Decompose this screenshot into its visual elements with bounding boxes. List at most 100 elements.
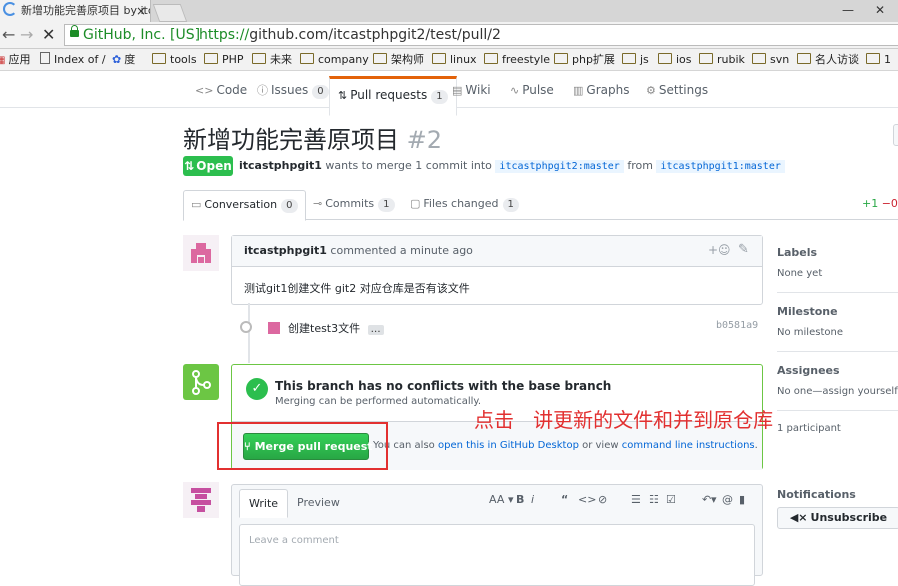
- edit-title-button[interactable]: [893, 124, 898, 146]
- sidebar-labels-heading[interactable]: Labels: [777, 246, 817, 259]
- tab-pulse[interactable]: ∿ Pulse: [510, 71, 554, 107]
- bookmark-folder[interactable]: 名人访谈: [797, 49, 859, 70]
- bookmark-folder[interactable]: freestyle: [484, 49, 550, 70]
- tab-close-icon[interactable]: ×: [136, 0, 146, 22]
- unsubscribe-button[interactable]: ◀× Unsubscribe: [777, 507, 898, 529]
- bookmark-folder[interactable]: php扩展: [554, 49, 615, 70]
- tab-wiki[interactable]: ▤ Wiki: [452, 71, 491, 107]
- bookmark-folder[interactable]: 未来: [252, 49, 292, 70]
- window-close-icon[interactable]: ✕: [868, 0, 892, 20]
- tab-code[interactable]: <> Code: [195, 71, 247, 107]
- merge-status-icon: [183, 364, 219, 400]
- tab-write[interactable]: Write: [239, 489, 289, 518]
- command-line-link[interactable]: command line instructions: [622, 440, 755, 451]
- tab-files-changed[interactable]: ▢ Files changed 1: [410, 190, 519, 220]
- tab-issues[interactable]: ⓘ Issues 0: [257, 71, 329, 107]
- bold-icon[interactable]: B: [516, 493, 524, 506]
- folder-icon: [554, 53, 568, 64]
- commit-message-link[interactable]: 创建test3文件: [288, 322, 360, 335]
- window-minimize-icon[interactable]: —: [836, 0, 860, 20]
- git-commit-icon: [240, 321, 252, 333]
- unordered-list-icon[interactable]: ☰: [631, 493, 641, 506]
- bookmark-item[interactable]: Index of /: [40, 49, 106, 70]
- github-desktop-link[interactable]: open this in GitHub Desktop: [438, 440, 579, 451]
- tab-graphs[interactable]: ▥ Graphs: [573, 71, 629, 107]
- tab-preview[interactable]: Preview: [288, 489, 349, 516]
- bookmark-folder[interactable]: ios: [658, 49, 692, 70]
- ordered-list-icon[interactable]: ☷: [649, 493, 659, 506]
- bookmark-folder[interactable]: 1: [866, 49, 891, 70]
- chevron-down-icon[interactable]: ▾: [508, 493, 514, 506]
- tab-conversation[interactable]: ▭ Conversation 0: [183, 190, 306, 221]
- url-path: github.com/itcastphpgit2/test/pull/2: [249, 27, 501, 43]
- folder-icon: [699, 53, 713, 64]
- task-list-icon[interactable]: ☑: [666, 493, 676, 506]
- bookmark-apps[interactable]: ▦ 应用: [0, 49, 30, 70]
- bookmark-folder[interactable]: PHP: [204, 49, 244, 70]
- bookmark-icon[interactable]: ▮: [739, 493, 745, 506]
- avatar[interactable]: [183, 235, 219, 271]
- bookmark-folder[interactable]: js: [622, 49, 649, 70]
- bookmark-label: linux: [450, 53, 477, 66]
- sidebar-divider: [777, 351, 898, 352]
- code-icon[interactable]: <>: [578, 493, 596, 506]
- bookmark-folder[interactable]: svn: [752, 49, 789, 70]
- identicon-icon: [187, 486, 215, 514]
- base-branch[interactable]: itcastphpgit2:master: [495, 160, 624, 173]
- tab-settings[interactable]: ⚙ Settings: [646, 71, 708, 107]
- forward-arrow-icon[interactable]: →: [20, 22, 33, 48]
- bookmark-folder[interactable]: 架构师: [373, 49, 424, 70]
- tab-conversation-label: Conversation: [204, 198, 278, 211]
- link-icon[interactable]: ⊘: [598, 493, 607, 506]
- italic-icon[interactable]: i: [531, 493, 534, 506]
- folder-icon: [252, 53, 266, 64]
- comment-author-link[interactable]: itcastphpgit1: [244, 244, 327, 257]
- quote-icon[interactable]: “: [561, 493, 568, 506]
- reply-icon[interactable]: ↶: [702, 493, 711, 506]
- browser-tab[interactable]: 新增功能完善原项目 by itc ×: [0, 0, 151, 22]
- lock-icon: [70, 25, 79, 37]
- comment-textarea[interactable]: Leave a comment: [239, 524, 755, 586]
- comment-placeholder: Leave a comment: [249, 535, 339, 546]
- bookmark-folder[interactable]: rubik: [699, 49, 745, 70]
- folder-icon: [300, 53, 314, 64]
- diff-deletions: −0: [881, 197, 898, 210]
- stop-loading-icon[interactable]: ✕: [42, 22, 55, 48]
- commit-sha[interactable]: b0581a9: [716, 320, 758, 331]
- bookmark-folder[interactable]: company: [300, 49, 369, 70]
- tab-code-label: Code: [216, 83, 248, 97]
- commit-expand-button[interactable]: …: [367, 325, 384, 335]
- bookmark-folder[interactable]: linux: [432, 49, 477, 70]
- ev-certificate-badge[interactable]: GitHub, Inc. [US]: [67, 25, 200, 44]
- reaction-icon[interactable]: +☺: [708, 243, 731, 257]
- back-arrow-icon[interactable]: ←: [2, 22, 15, 48]
- current-user-avatar[interactable]: [183, 482, 219, 518]
- url-field[interactable]: GitHub, Inc. [US] https://github.com/itc…: [64, 24, 898, 46]
- pencil-edit-icon[interactable]: ✎: [738, 242, 749, 257]
- tab-commits[interactable]: ⊸ Commits 1: [313, 190, 395, 220]
- mention-icon[interactable]: @: [722, 493, 733, 506]
- new-tab-button[interactable]: [152, 4, 188, 22]
- head-branch[interactable]: itcastphpgit1:master: [656, 160, 785, 173]
- commits-counter: 1: [378, 198, 395, 212]
- bookmark-folder[interactable]: tools: [152, 49, 197, 70]
- bookmark-item[interactable]: ✿ 度: [112, 49, 135, 70]
- diffstat: +1 −0: [862, 197, 898, 210]
- tab-pull-requests[interactable]: ⇅ Pull requests 1: [329, 76, 457, 116]
- comment-header: itcastphpgit1 commented a minute ago +☺ …: [232, 236, 762, 267]
- text-size-icon[interactable]: AA: [489, 493, 504, 506]
- sidebar-divider: [777, 292, 898, 293]
- comment-form: Write Preview AA ▾ B i “ <> ⊘ ☰ ☷ ☑ ↶ ▾ …: [231, 484, 763, 586]
- commit-author-avatar[interactable]: [267, 322, 280, 334]
- bookmark-label: js: [640, 53, 649, 66]
- baidu-paw-icon: ✿: [112, 53, 122, 66]
- sidebar-assignees-heading[interactable]: Assignees: [777, 364, 840, 377]
- sidebar-milestone-heading[interactable]: Milestone: [777, 305, 838, 318]
- comment-box: itcastphpgit1 commented a minute ago +☺ …: [231, 235, 763, 305]
- bookmark-label: svn: [770, 53, 790, 66]
- book-icon: ▤: [452, 84, 463, 97]
- chevron-down-icon[interactable]: ▾: [711, 493, 717, 506]
- pr-author-link[interactable]: itcastphpgit1: [239, 159, 322, 172]
- pr-title: 新增功能完善原项目: [183, 126, 399, 154]
- sidebar-assignees-value[interactable]: No one—assign yourself: [777, 386, 898, 397]
